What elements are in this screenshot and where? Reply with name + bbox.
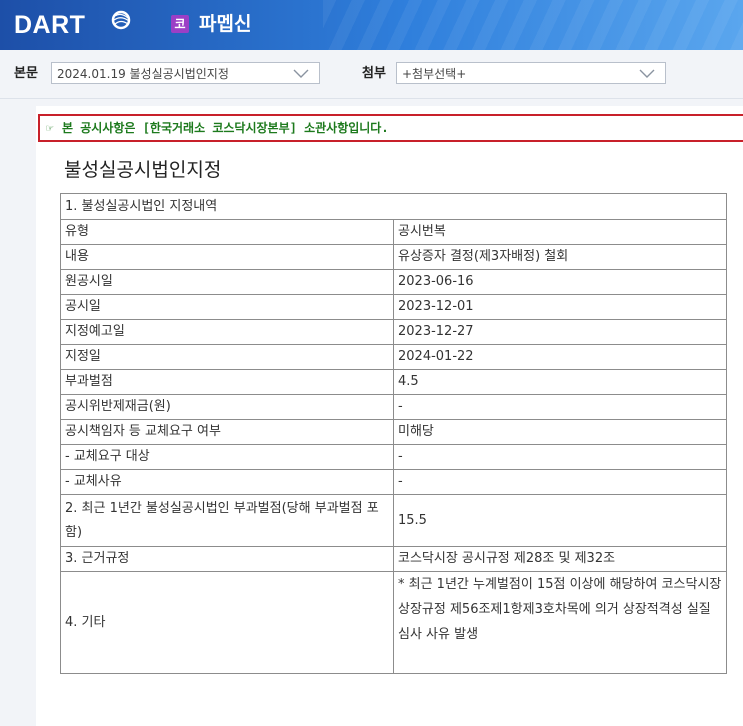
row-label: 공시책임자 등 교체요구 여부 — [60, 419, 394, 445]
main-document-select-value: 2024.01.19 불성실공시법인지정 — [57, 67, 229, 81]
disclosure-table: 1. 불성실공시법인 지정내역 유형 공시번복 내용 유상증자 결정(제3자배정… — [60, 193, 727, 674]
row-value: 유상증자 결정(제3자배정) 철회 — [393, 244, 727, 270]
row-value: * 최근 1년간 누계벌점이 15점 이상에 해당하여 코스닥시장상장규정 제5… — [393, 571, 727, 674]
table-row: 지정일 2024-01-22 — [60, 344, 727, 370]
table-row: 원공시일 2023-06-16 — [60, 269, 727, 295]
document-title: 불성실공시법인지정 — [64, 159, 222, 181]
table-row: 공시책임자 등 교체요구 여부 미해당 — [60, 419, 727, 445]
chevron-down-icon — [639, 69, 655, 78]
row-value: 2023-12-01 — [393, 294, 727, 320]
market-badge: 코 — [171, 15, 189, 33]
table-row: 내용 유상증자 결정(제3자배정) 철회 — [60, 244, 727, 270]
table-row: 2. 최근 1년간 불성실공시법인 부과벌점(당해 부과벌점 포함) 15.5 — [60, 494, 727, 547]
row-value: - — [393, 469, 727, 495]
table-row: 부과벌점 4.5 — [60, 369, 727, 395]
main-document-select[interactable]: 2024.01.19 불성실공시법인지정 — [51, 62, 320, 84]
row-value: 15.5 — [393, 494, 727, 547]
notice-text: 본 공시사항은 [한국거래소 코스닥시장본부] 소관사항입니다. — [62, 121, 389, 135]
row-value: 공시번복 — [393, 219, 727, 245]
table-row: 지정예고일 2023-12-27 — [60, 319, 727, 345]
row-label: - 교체요구 대상 — [60, 444, 394, 470]
row-label: 3. 근거규정 — [60, 546, 394, 572]
row-value: 2023-12-27 — [393, 319, 727, 345]
row-value: 2024-01-22 — [393, 344, 727, 370]
document-toolbar: 본문 2024.01.19 불성실공시법인지정 첨부 +첨부선택+ — [0, 50, 743, 99]
row-label: 지정예고일 — [60, 319, 394, 345]
row-label: 부과벌점 — [60, 369, 394, 395]
row-label: 내용 — [60, 244, 394, 270]
table-row: 공시일 2023-12-01 — [60, 294, 727, 320]
attachment-select[interactable]: +첨부선택+ — [396, 62, 666, 84]
table-row: 3. 근거규정 코스닥시장 공시규정 제28조 및 제32조 — [60, 546, 727, 572]
attachment-label: 첨부 — [362, 66, 386, 81]
row-value: - — [393, 444, 727, 470]
row-label: 지정일 — [60, 344, 394, 370]
row-label: 원공시일 — [60, 269, 394, 295]
app-header: DART 코 파멥신 — [0, 0, 743, 50]
row-label: 공시일 — [60, 294, 394, 320]
pointing-hand-icon: ☞ — [46, 121, 54, 135]
row-value: 4.5 — [393, 369, 727, 395]
row-value: 미해당 — [393, 419, 727, 445]
row-label: - 교체사유 — [60, 469, 394, 495]
attachment-select-value: +첨부선택+ — [402, 67, 467, 81]
table-row: - 교체사유 - — [60, 469, 727, 495]
section-header: 1. 불성실공시법인 지정내역 — [60, 193, 727, 220]
dart-logo-swirl-icon — [111, 10, 131, 30]
row-label: 공시위반제재금(원) — [60, 394, 394, 420]
row-label: 2. 최근 1년간 불성실공시법인 부과벌점(당해 부과벌점 포함) — [60, 494, 394, 547]
header-decoration — [323, 0, 743, 50]
dart-logo[interactable]: DART — [14, 8, 85, 42]
table-row: - 교체요구 대상 - — [60, 444, 727, 470]
row-value: 2023-06-16 — [393, 269, 727, 295]
row-label: 유형 — [60, 219, 394, 245]
table-row: 4. 기타 * 최근 1년간 누계벌점이 15점 이상에 해당하여 코스닥시장상… — [60, 571, 727, 674]
row-value: - — [393, 394, 727, 420]
company-name: 파멥신 — [199, 13, 252, 35]
row-label: 4. 기타 — [60, 571, 394, 674]
table-row: 1. 불성실공시법인 지정내역 — [60, 193, 727, 220]
chevron-down-icon — [293, 69, 309, 78]
row-value: 코스닥시장 공시규정 제28조 및 제32조 — [393, 546, 727, 572]
table-row: 공시위반제재금(원) - — [60, 394, 727, 420]
main-document-label: 본문 — [14, 66, 38, 81]
jurisdiction-notice: ☞ 본 공시사항은 [한국거래소 코스닥시장본부] 소관사항입니다. — [38, 114, 743, 142]
table-row: 유형 공시번복 — [60, 219, 727, 245]
